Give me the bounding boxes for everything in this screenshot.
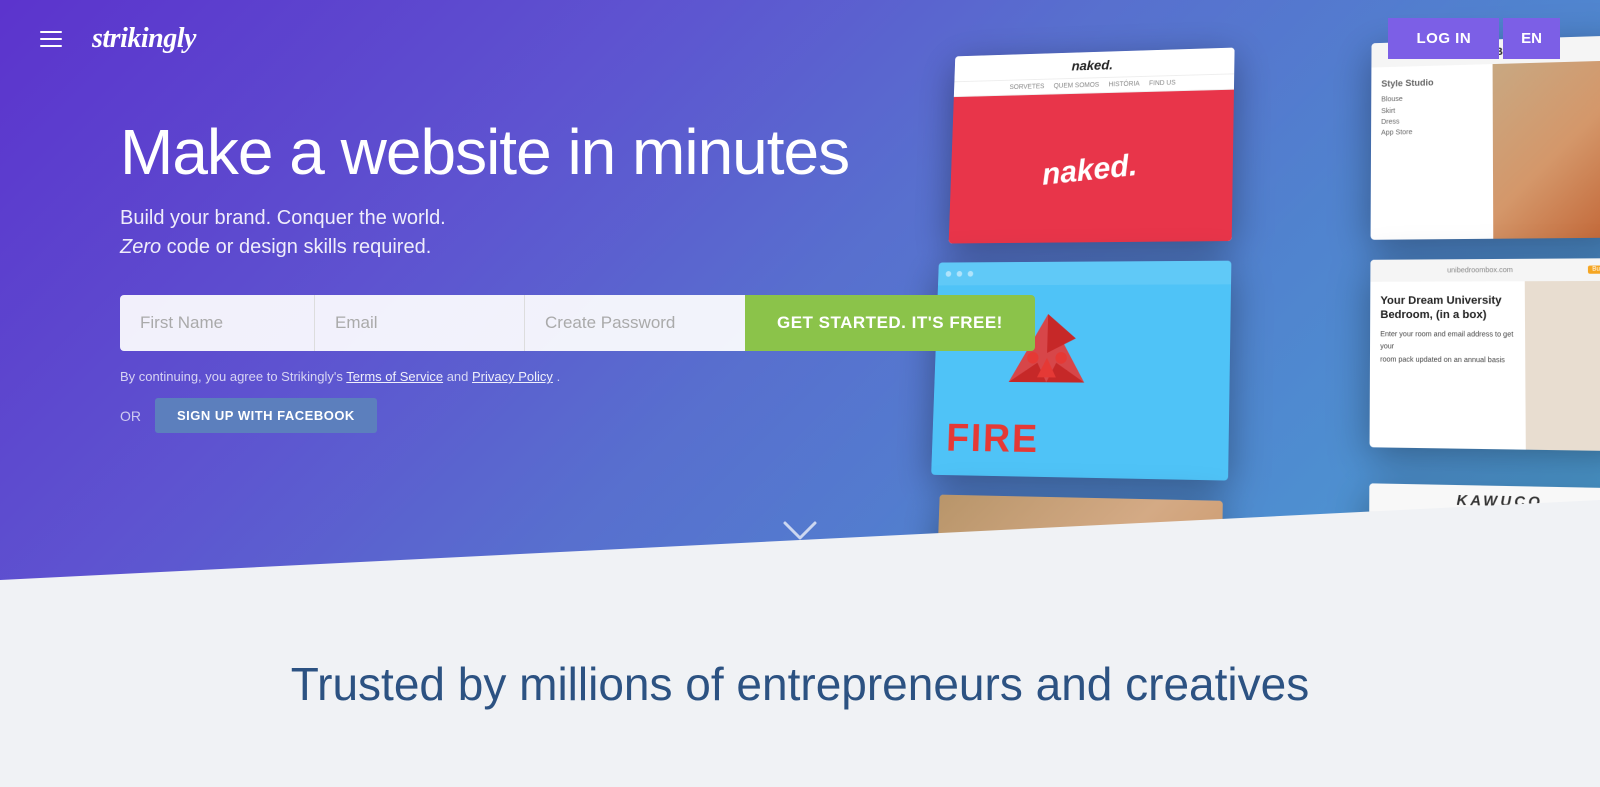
privacy-link[interactable]: Privacy Policy (472, 369, 553, 384)
firstname-input[interactable] (120, 295, 315, 351)
or-text: OR (120, 408, 141, 424)
terms-middle: and (447, 369, 472, 384)
terms-text: By continuing, you agree to Strikingly's… (120, 369, 1600, 384)
hero-section: strikingly LOG IN EN Make a website in m… (0, 0, 1600, 580)
facebook-signup-button[interactable]: SIGN UP WITH FACEBOOK (155, 398, 377, 433)
navbar: strikingly LOG IN EN (0, 0, 1600, 77)
bottom-title: Trusted by millions of entrepreneurs and… (291, 657, 1309, 711)
email-input[interactable] (315, 295, 525, 351)
login-button[interactable]: LOG IN (1388, 18, 1499, 59)
chevron-down-icon[interactable] (780, 518, 820, 550)
signup-form: GET STARTED. IT'S FREE! (120, 295, 1600, 351)
hero-title: Make a website in minutes (120, 117, 1600, 187)
hero-subtitle2: Zero code or design skills required. (120, 236, 1600, 259)
terms-link[interactable]: Terms of Service (346, 369, 443, 384)
navbar-right: LOG IN EN (1388, 18, 1560, 59)
hero-content: Make a website in minutes Build your bra… (0, 77, 1600, 433)
terms-suffix: . (557, 369, 561, 384)
or-row: OR SIGN UP WITH FACEBOOK (120, 398, 1600, 433)
hamburger-menu[interactable] (40, 31, 62, 47)
hero-subtitle1: Build your brand. Conquer the world. (120, 207, 1600, 230)
bottom-section: Trusted by millions of entrepreneurs and… (0, 580, 1600, 787)
get-started-button[interactable]: GET STARTED. IT'S FREE! (745, 295, 1035, 351)
language-button[interactable]: EN (1503, 18, 1560, 59)
zero-italic: Zero (120, 236, 161, 258)
hero-subtitle2-suffix: code or design skills required. (161, 236, 431, 258)
logo: strikingly (92, 23, 196, 55)
terms-prefix: By continuing, you agree to Strikingly's (120, 369, 346, 384)
navbar-left: strikingly (40, 23, 196, 55)
password-input[interactable] (525, 295, 745, 351)
